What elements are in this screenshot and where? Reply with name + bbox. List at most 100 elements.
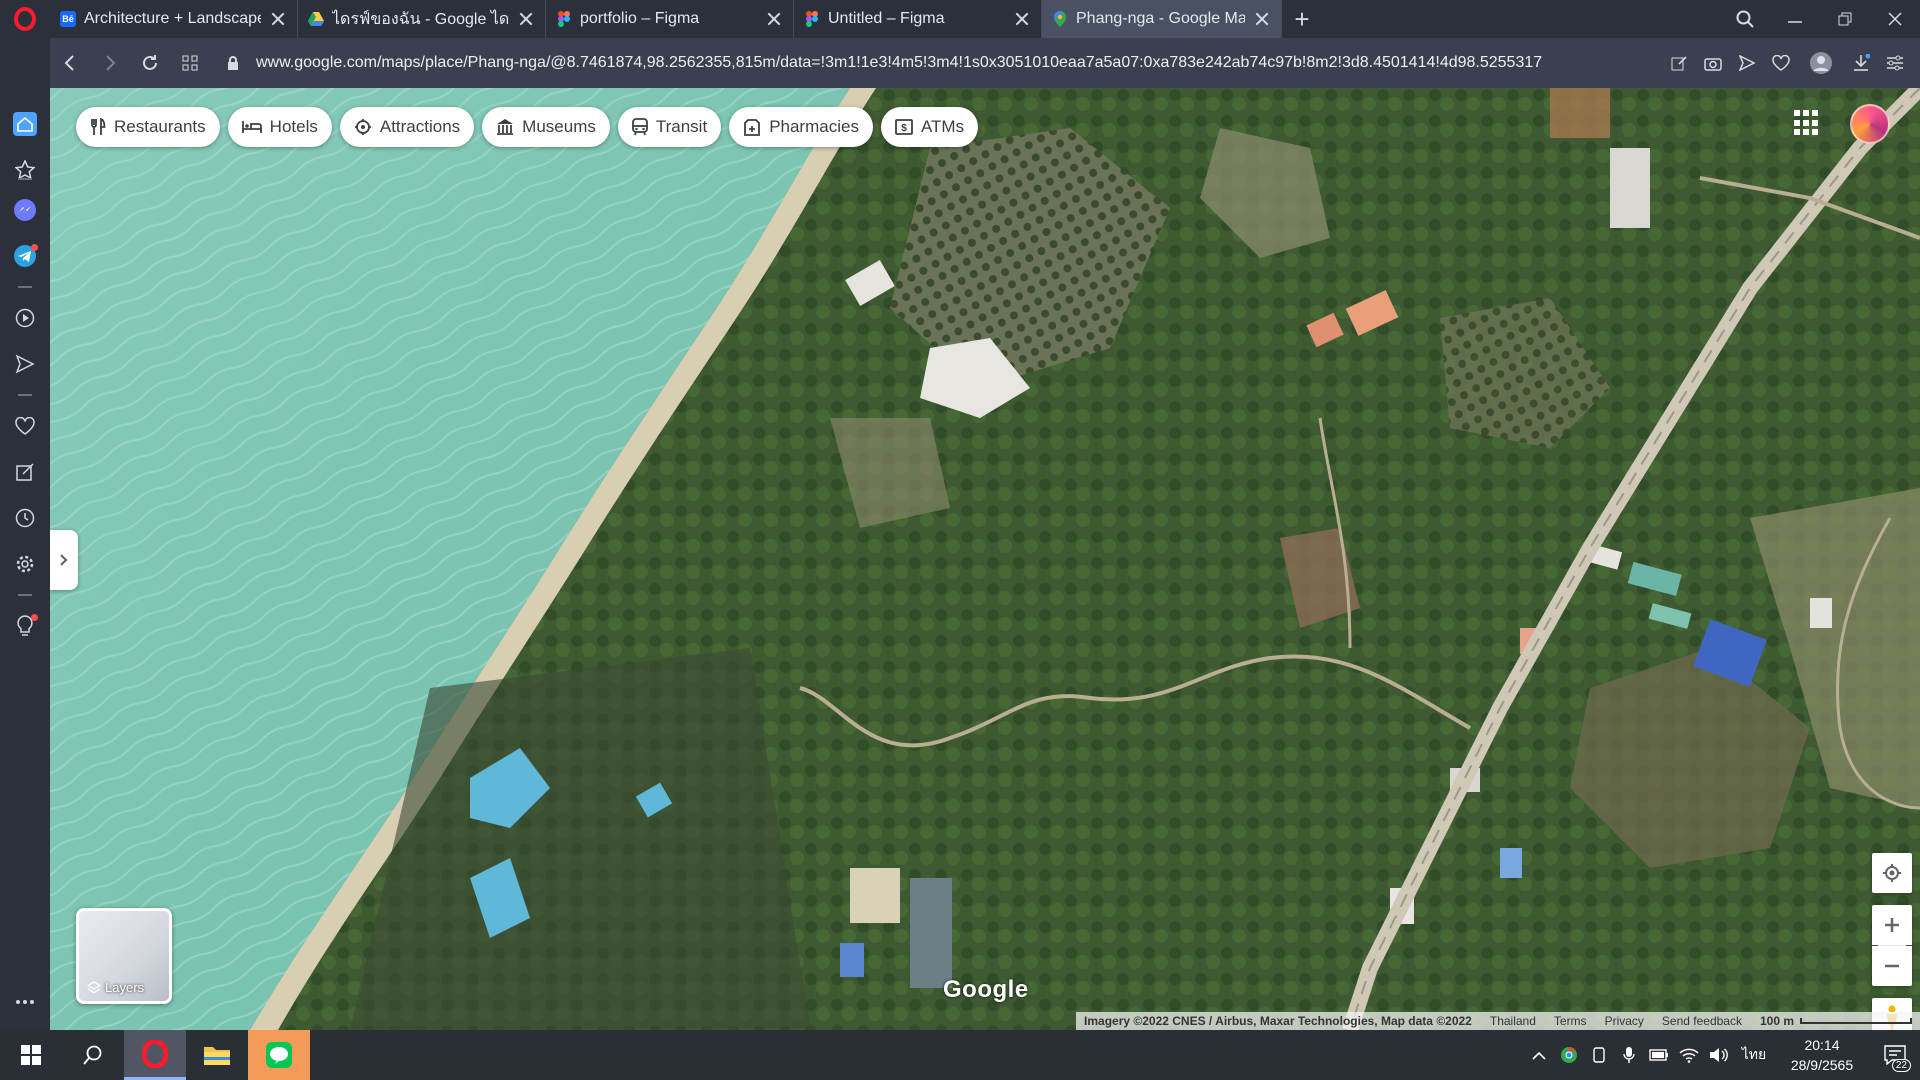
clock-time: 20:14 [1804, 1037, 1840, 1053]
volume-button[interactable] [1704, 1047, 1734, 1063]
reload-icon [143, 55, 157, 70]
reload-button[interactable] [130, 43, 170, 83]
tab-figma-portfolio[interactable]: portfolio – Figma [546, 0, 794, 38]
start-button[interactable] [0, 1030, 62, 1080]
more-icon[interactable] [0, 982, 50, 1022]
history-icon[interactable] [0, 498, 50, 538]
close-tab-icon[interactable] [269, 10, 287, 28]
send-icon [1739, 55, 1755, 71]
tray-overflow-button[interactable] [1524, 1051, 1554, 1060]
account-avatar[interactable] [1850, 104, 1890, 144]
lightbulb-icon[interactable] [0, 606, 50, 646]
tray-device-icon[interactable] [1584, 1047, 1614, 1063]
home-icon[interactable] [0, 104, 50, 144]
edit-icon [1671, 56, 1687, 71]
layers-label: Layers [105, 980, 145, 995]
tab-google-drive[interactable]: ไดรฟ์ของฉัน - Google ไดรฟ์ [298, 0, 546, 38]
taskbar-file-explorer[interactable] [186, 1030, 248, 1080]
battery-button[interactable] [1644, 1049, 1674, 1061]
downloads-button[interactable] [1844, 43, 1878, 83]
satellite-imagery[interactable] [50, 88, 1920, 1030]
tab-google-maps[interactable]: Phang-nga - Google Maps [1042, 0, 1282, 38]
chip-label: Restaurants [114, 117, 206, 136]
heart-icon[interactable] [0, 406, 50, 446]
search-tabs-button[interactable] [1720, 0, 1770, 38]
close-tab-icon[interactable] [517, 10, 535, 28]
close-tab-icon[interactable] [765, 10, 783, 28]
snapshot-button[interactable] [1696, 43, 1730, 83]
bookmarks-icon[interactable] [0, 150, 50, 190]
terms-link[interactable]: Terms [1554, 1014, 1587, 1028]
settings-icon[interactable] [0, 544, 50, 584]
close-window-button[interactable] [1870, 0, 1920, 38]
restore-button[interactable] [1820, 0, 1870, 38]
player-icon[interactable] [0, 298, 50, 338]
input-language-indicator[interactable]: ไทย [1734, 1044, 1774, 1066]
taskbar-opera[interactable] [124, 1030, 186, 1080]
back-button[interactable] [50, 43, 90, 83]
camera-icon [1704, 58, 1722, 71]
close-tab-icon[interactable] [1013, 10, 1031, 28]
pinboard-icon[interactable] [0, 452, 50, 492]
google-drive-icon [308, 11, 324, 27]
atm-icon: $ [895, 119, 913, 135]
chip-attractions[interactable]: Attractions [339, 107, 475, 147]
search-icon [83, 1045, 102, 1065]
send-to-flow-button[interactable] [1730, 43, 1764, 83]
taskbar-line[interactable] [248, 1030, 310, 1080]
tab-figma-untitled[interactable]: Untitled – Figma [794, 0, 1042, 38]
google-apps-button[interactable] [1794, 110, 1820, 136]
send-feedback-link[interactable]: Send feedback [1662, 1014, 1742, 1028]
forward-button[interactable] [90, 43, 130, 83]
microphone-button[interactable] [1614, 1046, 1644, 1064]
edit-button[interactable] [1662, 43, 1696, 83]
messenger-icon[interactable] [0, 190, 50, 230]
chrome-like-icon [1561, 1046, 1577, 1063]
chip-pharmacies[interactable]: Pharmacies [729, 107, 873, 147]
send-flow-icon[interactable] [0, 344, 50, 384]
taskbar-search-button[interactable] [62, 1030, 124, 1080]
tray-app-icon[interactable] [1554, 1046, 1584, 1064]
chevron-right-icon [60, 554, 68, 566]
url-field[interactable]: www.google.com/maps/place/Phang-nga/@8.7… [216, 45, 1662, 81]
country-link[interactable]: Thailand [1490, 1014, 1536, 1028]
opera-menu-button[interactable] [0, 0, 50, 38]
pharmacy-icon [744, 119, 761, 136]
museum-icon [497, 119, 514, 135]
wifi-button[interactable] [1674, 1047, 1704, 1063]
close-tab-icon[interactable] [1253, 10, 1271, 28]
tab-title: portfolio – Figma [580, 10, 700, 27]
lock-icon[interactable] [216, 55, 250, 71]
clock[interactable]: 20:14 28/9/2565 [1774, 1035, 1870, 1075]
scale-bar[interactable]: 100 m [1760, 1014, 1912, 1028]
layers-button[interactable]: Layers [76, 908, 172, 1004]
profile-button[interactable] [1798, 43, 1844, 83]
zoom-in-button[interactable] [1872, 905, 1912, 945]
action-center-button[interactable]: 22 [1870, 1030, 1920, 1080]
chip-label: Transit [655, 117, 708, 136]
chip-museums[interactable]: Museums [482, 107, 610, 147]
grid-icon [182, 55, 198, 71]
chip-transit[interactable]: Transit [617, 107, 722, 147]
chip-restaurants[interactable]: Restaurants [76, 107, 220, 147]
chip-atms[interactable]: $ ATMs [880, 107, 979, 147]
easy-setup-button[interactable] [1878, 43, 1912, 83]
minimize-button[interactable] [1770, 0, 1820, 38]
tab-overview-button[interactable] [170, 43, 210, 83]
category-chips: Restaurants Hotels Attractions Museums T… [76, 107, 979, 147]
chip-hotels[interactable]: Hotels [227, 107, 332, 147]
bookmark-button[interactable] [1764, 43, 1798, 83]
google-logo: Google [943, 976, 1029, 1003]
attraction-icon [354, 119, 371, 135]
privacy-link[interactable]: Privacy [1605, 1014, 1644, 1028]
expand-side-panel-button[interactable] [50, 530, 78, 590]
new-tab-button[interactable]: + [1282, 0, 1322, 38]
opera-logo-icon [14, 7, 36, 31]
line-app-icon [266, 1042, 292, 1068]
zoom-out-button[interactable] [1872, 946, 1912, 986]
map-canvas[interactable]: Restaurants Hotels Attractions Museums T… [50, 88, 1920, 1030]
tab-behance[interactable]: Bē Architecture + Landscape P [50, 0, 298, 38]
minus-icon [1885, 964, 1899, 968]
telegram-icon[interactable] [0, 236, 50, 276]
my-location-button[interactable] [1872, 853, 1912, 893]
